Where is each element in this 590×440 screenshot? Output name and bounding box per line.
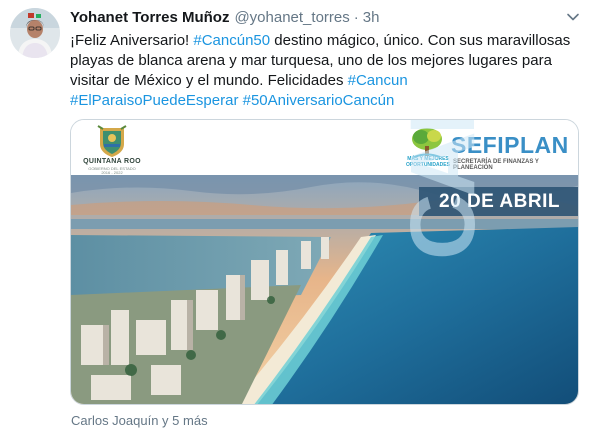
tweet-time[interactable]: 3h <box>363 9 380 27</box>
hashtag-paraiso[interactable]: #ElParaisoPuedeEsperar <box>70 92 238 109</box>
tweet[interactable]: Yohanet Torres Muñoz @yohanet_torres · 3… <box>0 0 590 440</box>
avatar[interactable] <box>10 8 60 58</box>
media-image[interactable]: QUINTANA ROO GOBIERNO DEL ESTADO 2016 - … <box>70 119 579 405</box>
tweet-text: ¡Feliz Aniversario! #Cancún50 destino má… <box>70 31 582 111</box>
liked-by[interactable]: Carlos Joaquín y 5 más <box>71 413 208 429</box>
tweet-header: Yohanet Torres Muñoz @yohanet_torres · 3… <box>70 9 379 29</box>
hashtag-cancun[interactable]: #Cancun <box>348 72 408 89</box>
avatar-image <box>10 8 60 58</box>
author-name[interactable]: Yohanet Torres Muñoz <box>70 9 229 27</box>
hashtag-aniversario[interactable]: #50AniversarioCancún <box>243 92 395 109</box>
quintana-roo-name: QUINTANA ROO <box>83 158 141 165</box>
author-handle[interactable]: @yohanet_torres <box>234 9 349 27</box>
media-banner: QUINTANA ROO GOBIERNO DEL ESTADO 2016 - … <box>71 120 578 175</box>
hashtag-cancun50[interactable]: #Cancún50 <box>193 32 270 49</box>
cancun50-overlay: CAN50 <box>392 119 494 260</box>
chevron-down-icon[interactable] <box>566 10 580 24</box>
tweet-text-intro: ¡Feliz Aniversario! <box>70 32 194 49</box>
separator-dot: · <box>353 9 359 26</box>
